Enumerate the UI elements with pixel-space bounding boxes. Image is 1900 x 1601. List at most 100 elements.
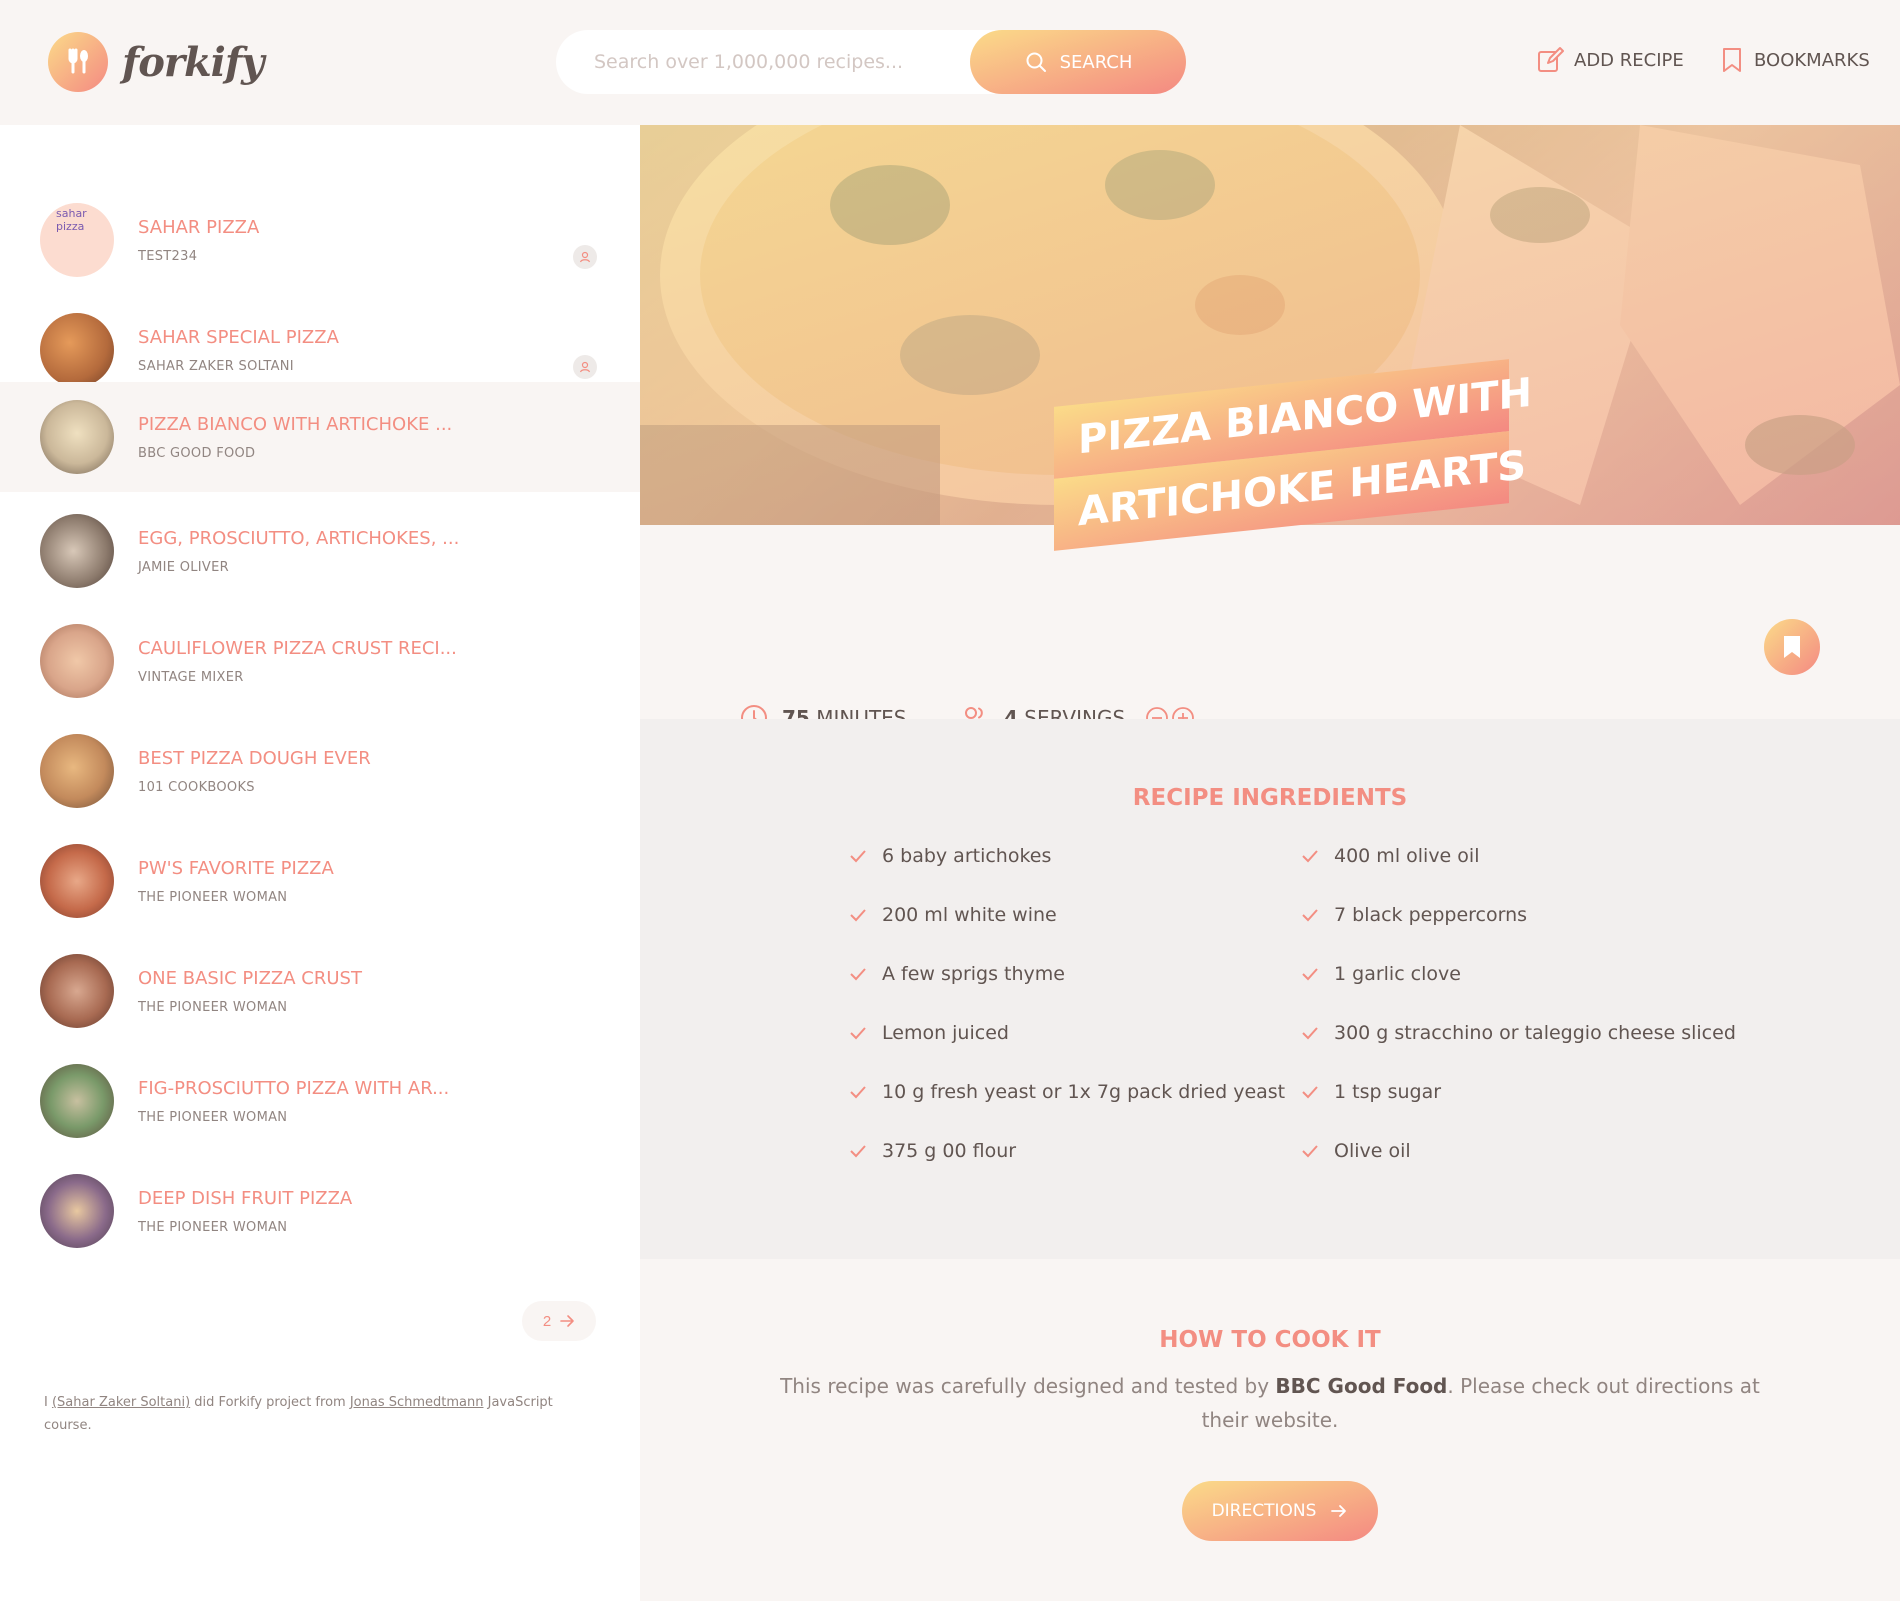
result-title: Fig-Prosciutto Pizza with Ar... xyxy=(138,1078,450,1099)
broken-image-alt-text: sahar pizza xyxy=(56,207,87,233)
logo-text: forkify xyxy=(122,38,264,86)
search-input[interactable] xyxy=(594,51,954,73)
result-item[interactable]: Fig-Prosciutto Pizza with Ar... The Pion… xyxy=(0,1042,640,1152)
forkify-app: forkify Search Add recipe Bookma xyxy=(0,0,1900,1601)
result-publisher: Vintage Mixer xyxy=(138,670,244,685)
arrow-right-icon xyxy=(560,1315,574,1327)
bookmarks-button[interactable]: Bookmarks xyxy=(1720,46,1870,74)
edit-icon xyxy=(1538,47,1564,72)
next-page-number: 2 xyxy=(542,1312,552,1330)
bookmark-icon xyxy=(1723,48,1741,72)
ingredient-text: Lemon juiced xyxy=(882,1022,1009,1044)
result-publisher: The Pioneer Woman xyxy=(138,1220,288,1235)
ingredient-text: 300 g stracchino or taleggio cheese slic… xyxy=(1334,1022,1736,1044)
recipe-ingredients: Recipe ingredients 6 baby artichokes 200… xyxy=(640,719,1900,1259)
check-icon xyxy=(1302,1027,1318,1040)
result-title: PW's Favorite Pizza xyxy=(138,858,334,879)
logo[interactable]: forkify xyxy=(48,32,264,92)
bookmark-recipe-button[interactable] xyxy=(1764,619,1820,675)
directions-button[interactable]: Directions xyxy=(1182,1481,1378,1541)
author-link[interactable]: (Sahar Zaker Soltani) xyxy=(52,1395,190,1410)
result-title: Sahar Special Pizza xyxy=(138,327,339,348)
result-thumbnail xyxy=(40,514,114,588)
ingredient-text: 375 g 00 flour xyxy=(882,1140,1017,1162)
ingredients-heading: Recipe ingredients xyxy=(1132,785,1408,811)
ingredient-text: 1 tsp sugar xyxy=(1334,1081,1442,1103)
ingredient-item: Lemon juiced xyxy=(848,1022,1009,1044)
bookmark-fill-icon xyxy=(1784,636,1800,658)
result-publisher: Sahar Zaker Soltani xyxy=(138,359,294,374)
result-thumbnail: sahar pizza xyxy=(40,203,114,277)
search-button-label: Search xyxy=(1059,51,1133,73)
copyright-prefix: I xyxy=(44,1395,52,1410)
check-icon xyxy=(850,1086,866,1099)
check-icon xyxy=(850,909,866,922)
result-item[interactable]: One Basic Pizza Crust The Pioneer Woman xyxy=(0,932,640,1042)
check-icon xyxy=(850,1027,866,1040)
add-recipe-button[interactable]: Add recipe xyxy=(1536,46,1684,74)
check-icon xyxy=(850,1145,866,1158)
result-publisher: The Pioneer Woman xyxy=(138,1110,288,1125)
ingredient-item: 6 baby artichokes xyxy=(848,845,1051,867)
result-item[interactable]: Egg, prosciutto, artichokes, ... Jamie O… xyxy=(0,492,640,602)
result-title: Cauliflower Pizza Crust Reci... xyxy=(138,638,457,659)
pagination-next-button[interactable]: 2 xyxy=(522,1301,596,1341)
ingredient-text: A few sprigs thyme xyxy=(882,963,1065,985)
search-icon xyxy=(1026,52,1046,72)
result-thumbnail xyxy=(40,734,114,808)
result-item[interactable]: Deep Dish Fruit Pizza The Pioneer Woman xyxy=(0,1152,640,1262)
ingredient-item: A few sprigs thyme xyxy=(848,963,1065,985)
check-icon xyxy=(1302,909,1318,922)
check-icon xyxy=(850,968,866,981)
search-form: Search xyxy=(556,30,1186,94)
check-icon xyxy=(1302,1145,1318,1158)
teacher-link[interactable]: Jonas Schmedtmann xyxy=(350,1395,484,1410)
result-thumbnail xyxy=(40,624,114,698)
result-thumbnail xyxy=(40,954,114,1028)
header: forkify Search Add recipe Bookma xyxy=(0,0,1900,125)
result-publisher: test234 xyxy=(138,249,198,264)
ingredient-item: 400 ml olive oil xyxy=(1300,845,1479,867)
result-item[interactable]: PW's Favorite Pizza The Pioneer Woman xyxy=(0,822,640,932)
result-title: Best Pizza Dough Ever xyxy=(138,748,371,769)
ingredient-text: Olive oil xyxy=(1334,1140,1411,1162)
ingredient-item: 375 g 00 flour xyxy=(848,1140,1016,1162)
recipe-directions: How to cook it This recipe was carefully… xyxy=(640,1259,1900,1601)
check-icon xyxy=(1302,968,1318,981)
result-publisher: The Pioneer Woman xyxy=(138,890,288,905)
result-item[interactable]: Cauliflower Pizza Crust Reci... Vintage … xyxy=(0,602,640,712)
copyright-note: I (Sahar Zaker Soltani) did Forkify proj… xyxy=(44,1391,584,1438)
ingredient-item: Olive oil xyxy=(1300,1140,1411,1162)
result-title: Sahar pizza xyxy=(138,217,260,238)
result-title: Pizza bianco with artichoke ... xyxy=(138,414,453,435)
result-thumbnail xyxy=(40,400,114,474)
copyright-middle: did Forkify project from xyxy=(190,1395,350,1410)
ingredient-text: 7 black peppercorns xyxy=(1334,904,1528,926)
result-thumbnail xyxy=(40,1174,114,1248)
ingredient-text: 6 baby artichokes xyxy=(882,845,1052,867)
search-button[interactable]: Search xyxy=(970,30,1186,94)
user-generated-icon xyxy=(573,245,597,269)
user-generated-icon xyxy=(573,355,597,379)
ingredient-text: 10 g fresh yeast or 1x 7g pack dried yea… xyxy=(882,1081,1286,1103)
ingredient-item: 1 garlic clove xyxy=(1300,963,1461,985)
ingredient-text: 200 ml white wine xyxy=(882,904,1057,926)
check-icon xyxy=(850,850,866,863)
add-recipe-label: Add recipe xyxy=(1574,49,1684,71)
directions-label: Directions xyxy=(1211,1501,1317,1521)
result-title: Egg, prosciutto, artichokes, ... xyxy=(138,528,460,549)
directions-prefix: This recipe was carefully designed and t… xyxy=(780,1374,1276,1398)
ingredient-text: 1 garlic clove xyxy=(1334,963,1461,985)
check-icon xyxy=(1302,850,1318,863)
result-item[interactable]: Best Pizza Dough Ever 101 Cookbooks xyxy=(0,712,640,822)
result-publisher: 101 Cookbooks xyxy=(138,780,255,795)
result-publisher: The Pioneer Woman xyxy=(138,1000,288,1015)
check-icon xyxy=(1302,1086,1318,1099)
result-thumbnail xyxy=(40,1064,114,1138)
result-thumbnail xyxy=(40,844,114,918)
ingredient-item: 7 black peppercorns xyxy=(1300,904,1527,926)
result-item[interactable]: sahar pizza Sahar pizza test234 xyxy=(0,181,640,291)
result-item-active[interactable]: Pizza bianco with artichoke ... BBC Good… xyxy=(0,382,640,492)
ingredient-item: 10 g fresh yeast or 1x 7g pack dried yea… xyxy=(848,1081,1285,1103)
fork-knife-icon xyxy=(48,32,108,92)
